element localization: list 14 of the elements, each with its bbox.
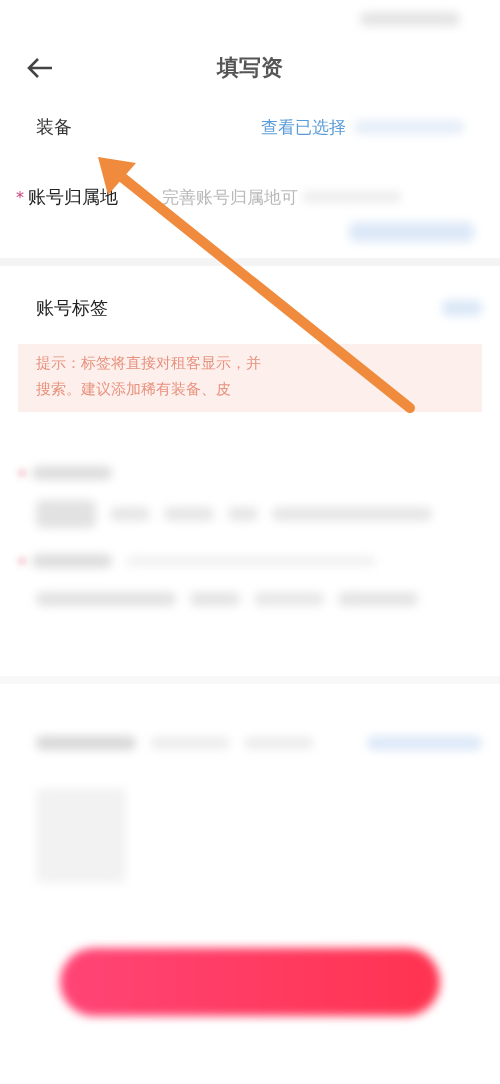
required-mark: * (16, 187, 25, 207)
region-placeholder[interactable]: 完善账号归属地可 (162, 185, 298, 209)
section-title: 账号标签 (36, 296, 108, 320)
blurred-region (442, 300, 482, 316)
back-arrow-icon[interactable] (26, 57, 54, 79)
page-title: 填写资 (217, 54, 283, 82)
view-selected-link[interactable]: 查看已选择 (261, 115, 346, 139)
hint-text: 搜索。建议添加稀有装备、皮 (36, 379, 232, 400)
field-label: 装备 (36, 115, 73, 139)
blurred-region (18, 469, 26, 477)
hint-text: 提示：标签将直接对租客显示，并 (36, 353, 262, 374)
blurred-region (18, 557, 26, 565)
field-label: 账号归属地 (28, 185, 118, 209)
blurred-region (36, 500, 96, 528)
